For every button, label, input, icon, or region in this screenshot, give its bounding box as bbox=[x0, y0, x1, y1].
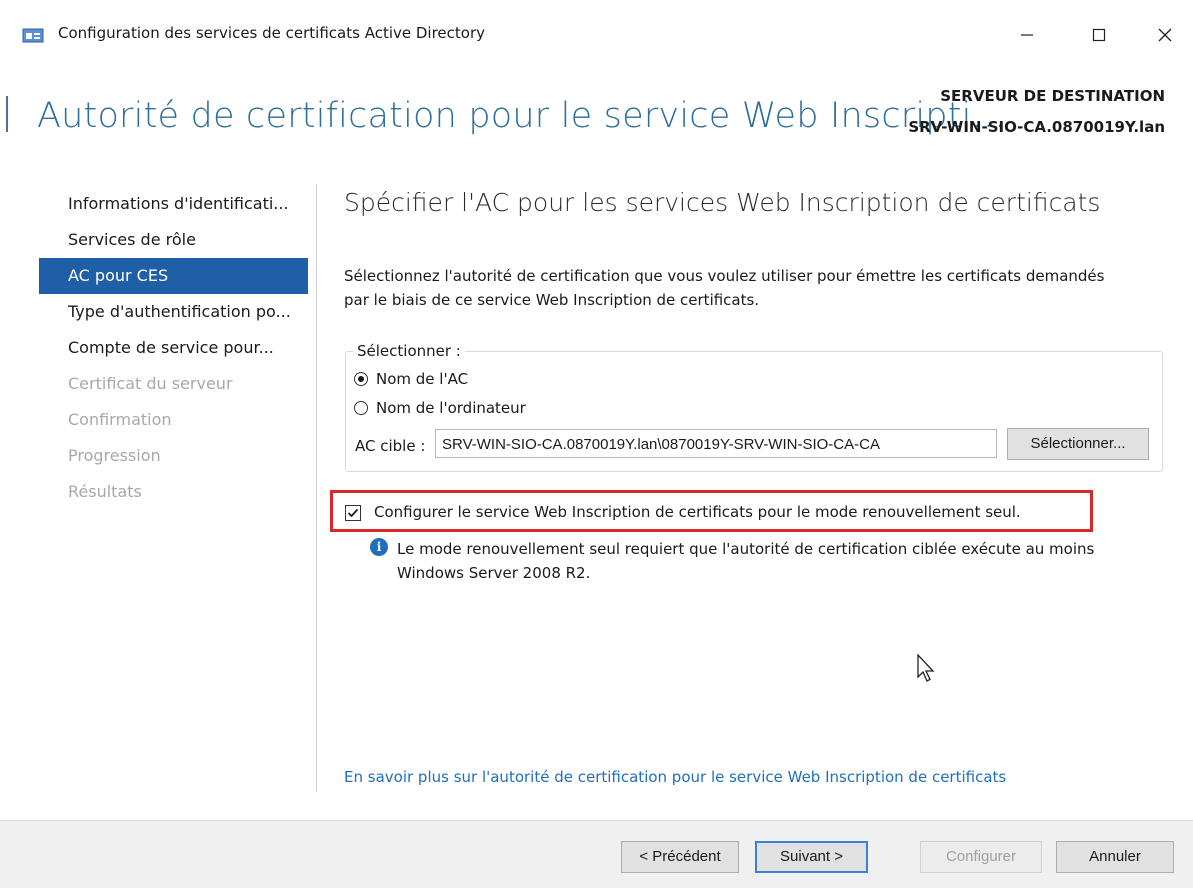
radio-ca-name-label: Nom de l'AC bbox=[376, 370, 469, 388]
radio-computer-name[interactable]: Nom de l'ordinateur bbox=[354, 399, 526, 417]
radio-computer-name-indicator[interactable] bbox=[354, 401, 368, 415]
nav-item-confirmation: Confirmation bbox=[68, 410, 172, 429]
nav-item-ca-for-ces[interactable]: AC pour CES bbox=[39, 258, 308, 294]
checkmark-icon bbox=[347, 508, 359, 518]
close-button[interactable] bbox=[1142, 16, 1188, 54]
nav-item-authentication-type[interactable]: Type d'authentification po... bbox=[39, 294, 308, 330]
edge-artifact bbox=[6, 96, 8, 132]
mouse-cursor-icon bbox=[917, 653, 935, 682]
select-group-legend: Sélectionner : bbox=[353, 342, 465, 360]
destination-server-label: SERVEUR DE DESTINATION bbox=[940, 87, 1165, 105]
previous-button[interactable]: < Précédent bbox=[621, 841, 739, 873]
radio-ca-name[interactable]: Nom de l'AC bbox=[354, 370, 468, 388]
wizard-nav: Informations d'identificati... Services … bbox=[39, 186, 308, 510]
minimize-icon bbox=[1021, 34, 1033, 36]
close-icon bbox=[1158, 28, 1172, 42]
target-ca-label: AC cible : bbox=[355, 437, 426, 455]
configure-button: Configurer bbox=[920, 841, 1042, 873]
section-title: Spécifier l'AC pour les services Web Ins… bbox=[344, 188, 1101, 217]
nav-item-progress: Progression bbox=[68, 446, 161, 465]
cancel-button[interactable]: Annuler bbox=[1056, 841, 1174, 873]
nav-item-role-services[interactable]: Services de rôle bbox=[39, 222, 308, 258]
maximize-button[interactable] bbox=[1076, 16, 1122, 54]
nav-item-results: Résultats bbox=[68, 482, 142, 501]
info-icon: i bbox=[370, 538, 388, 556]
learn-more-link[interactable]: En savoir plus sur l'autorité de certifi… bbox=[344, 768, 1006, 786]
select-ca-button[interactable]: Sélectionner... bbox=[1007, 428, 1149, 460]
maximize-icon bbox=[1092, 28, 1106, 42]
radio-selected-dot bbox=[358, 376, 364, 382]
next-button[interactable]: Suivant > bbox=[755, 841, 868, 873]
nav-divider bbox=[316, 184, 317, 792]
nav-item-service-account[interactable]: Compte de service pour... bbox=[39, 330, 308, 366]
radio-ca-name-indicator[interactable] bbox=[354, 372, 368, 386]
server-config-icon bbox=[22, 28, 44, 43]
nav-item-server-certificate: Certificat du serveur bbox=[68, 374, 233, 393]
radio-computer-name-label: Nom de l'ordinateur bbox=[376, 399, 526, 417]
target-ca-field[interactable]: SRV-WIN-SIO-CA.0870019Y.lan\0870019Y-SRV… bbox=[435, 429, 997, 458]
section-description: Sélectionnez l'autorité de certification… bbox=[344, 267, 1105, 309]
info-message: Le mode renouvellement seul requiert que… bbox=[397, 540, 1095, 582]
nav-item-credentials[interactable]: Informations d'identificati... bbox=[39, 186, 308, 222]
window-title: Configuration des services de certificat… bbox=[58, 24, 486, 42]
renewal-only-checkbox[interactable] bbox=[345, 505, 361, 521]
renewal-only-label[interactable]: Configurer le service Web Inscription de… bbox=[374, 503, 1021, 521]
minimize-button[interactable] bbox=[1004, 16, 1050, 54]
page-title: Autorité de certification pour le servic… bbox=[37, 96, 1006, 136]
destination-server-name: SRV-WIN-SIO-CA.0870019Y.lan bbox=[908, 118, 1165, 136]
